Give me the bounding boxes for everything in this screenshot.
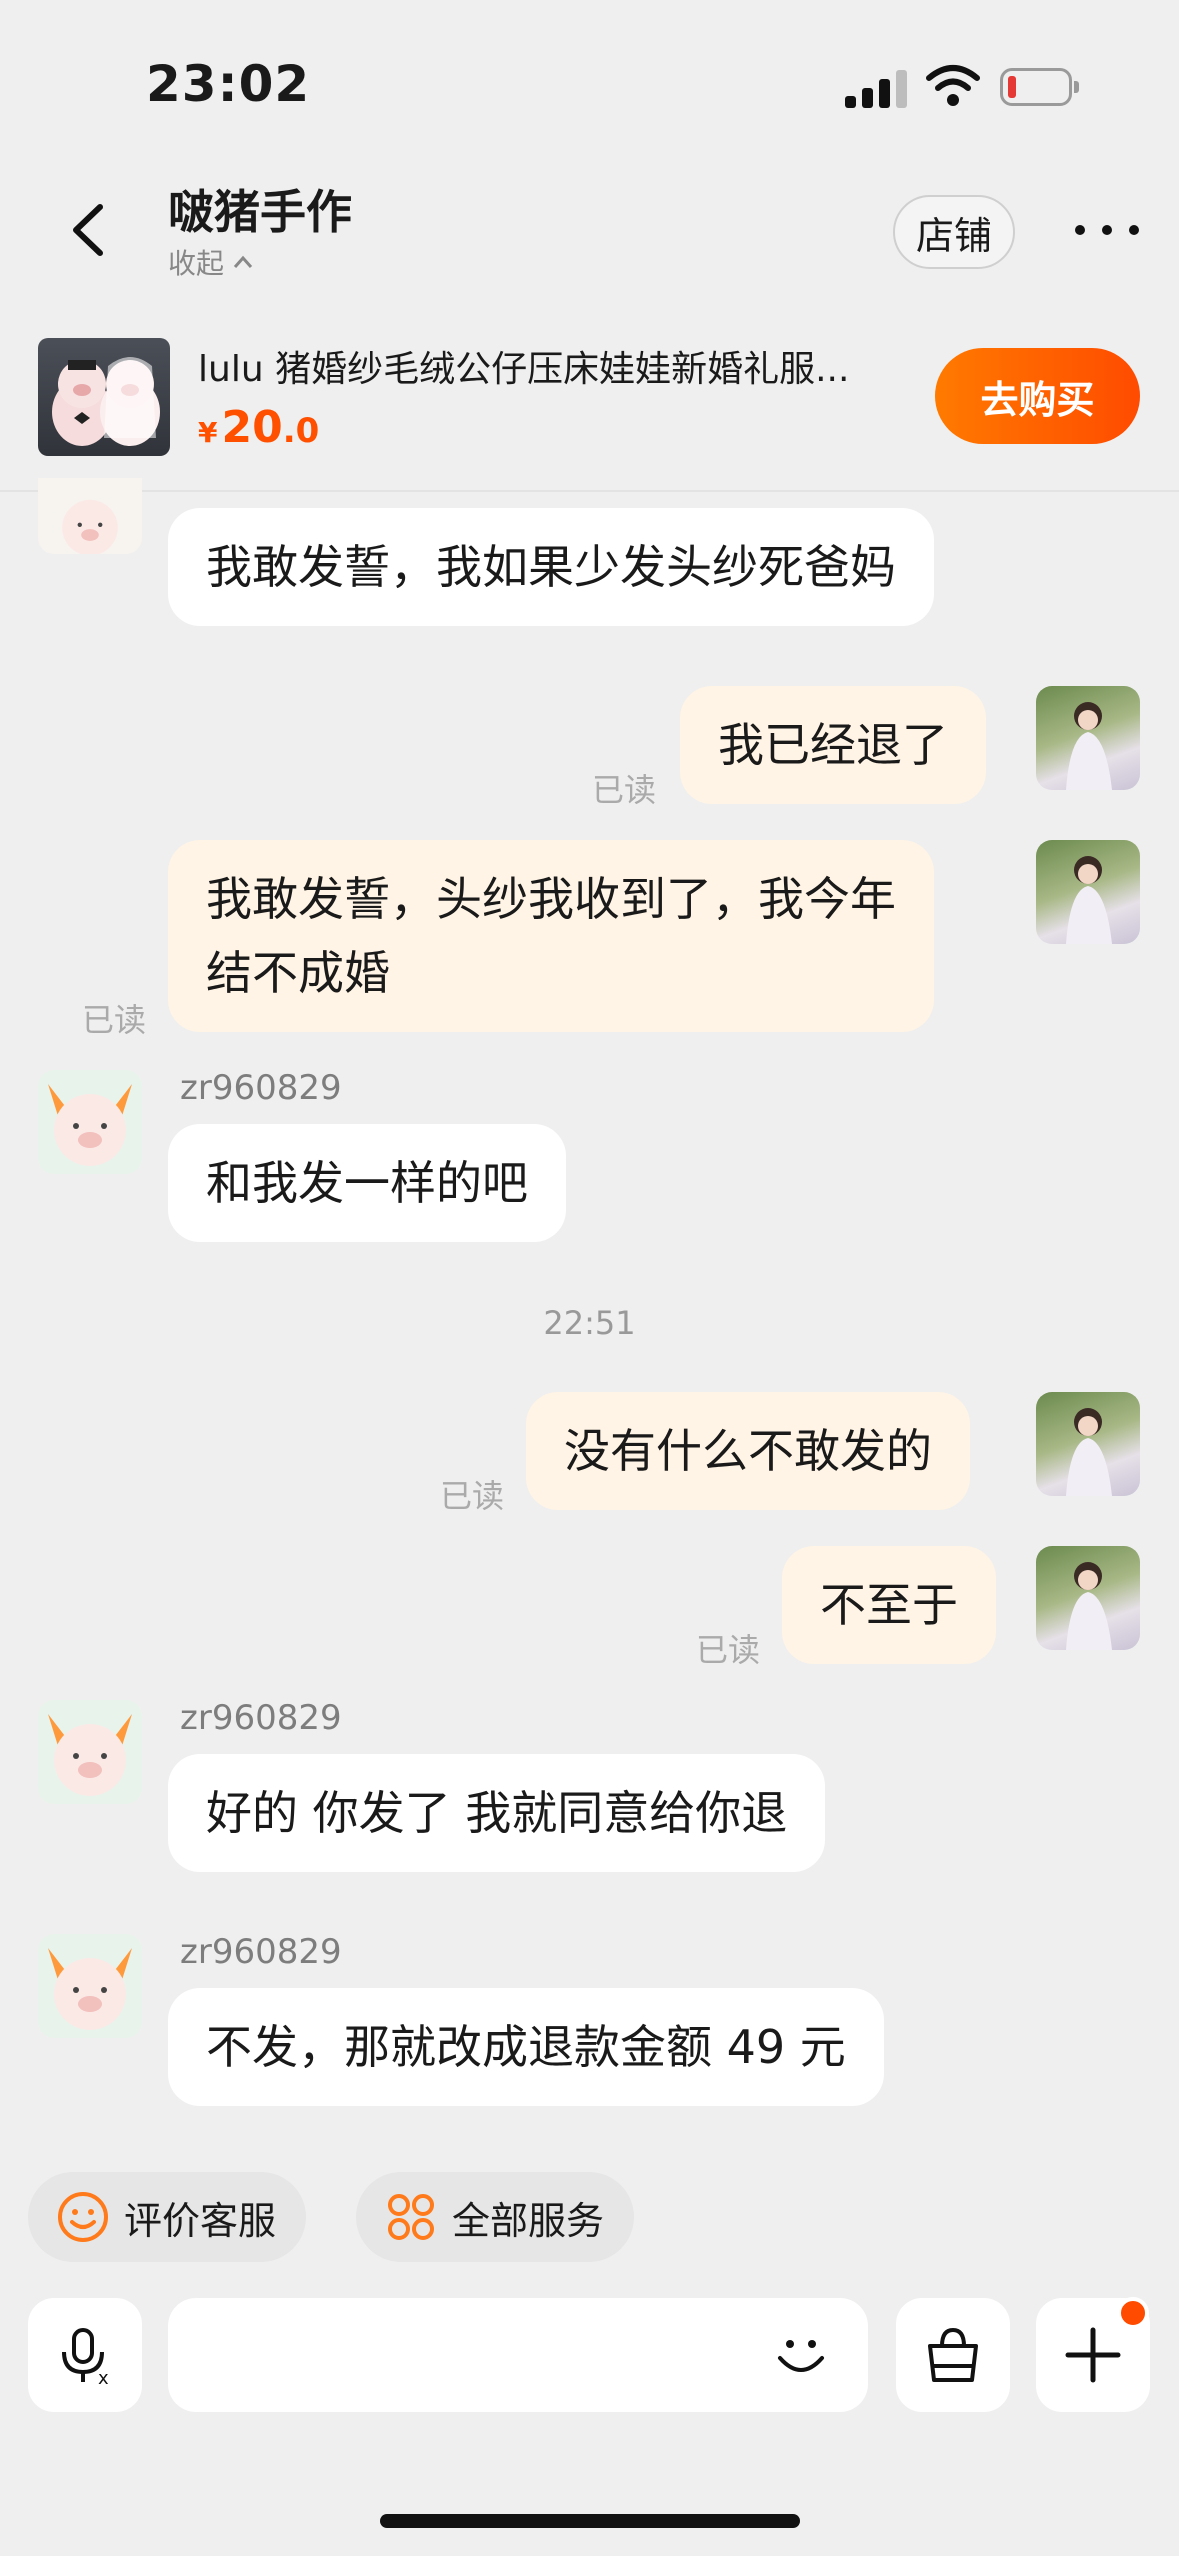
time-divider: 22:51: [543, 1304, 636, 1342]
price-decimal: .0: [282, 411, 320, 451]
message-bubble-outgoing[interactable]: 我已经退了: [680, 686, 986, 804]
svg-text:x: x: [98, 2368, 109, 2388]
message-bubble-incoming[interactable]: 不发，那就改成退款金额 49 元: [168, 1988, 884, 2106]
collapse-toggle[interactable]: 收起: [168, 242, 254, 282]
more-options-icon[interactable]: [1075, 215, 1139, 245]
message-bubble-outgoing[interactable]: 不至于: [782, 1546, 996, 1664]
message-bubble-incoming[interactable]: 好的 你发了 我就同意给你退: [168, 1754, 826, 1872]
read-receipt: 已读: [696, 1631, 761, 1669]
chevron-up-icon: [233, 255, 253, 268]
read-receipt: 已读: [440, 1477, 505, 1515]
battery-icon: [1000, 68, 1079, 106]
product-price: ¥ 20 .0: [198, 402, 319, 453]
voice-input-icon: x: [62, 2328, 109, 2388]
product-card[interactable]: lulu 猪婚纱毛绒公仔压床娃娃新婚礼服... ¥ 20 .0 去购买: [0, 310, 1179, 492]
plus-icon: [1065, 2327, 1121, 2383]
product-title[interactable]: lulu 猪婚纱毛绒公仔压床娃娃新婚礼服...: [198, 340, 898, 392]
notification-dot: [1117, 2297, 1149, 2329]
message-input[interactable]: [168, 2298, 868, 2412]
collapse-label: 收起: [168, 247, 225, 280]
user-avatar[interactable]: [1036, 840, 1140, 944]
message-line: 结不成婚: [206, 946, 390, 1000]
product-thumbnail[interactable]: [38, 338, 170, 456]
orders-bag-button[interactable]: [896, 2298, 1010, 2412]
user-avatar[interactable]: [1036, 1392, 1140, 1496]
message-bubble-incoming[interactable]: 我敢发誓，我如果少发头纱死爸妈: [168, 508, 934, 626]
back-arrow-icon[interactable]: [60, 195, 120, 265]
rate-service-chip[interactable]: 评价客服: [28, 2172, 307, 2262]
smile-face-icon: [58, 2192, 108, 2242]
store-button[interactable]: 店铺: [893, 195, 1015, 269]
message-bubble-incoming[interactable]: 和我发一样的吧: [168, 1124, 566, 1242]
services-grid-icon: [388, 2194, 434, 2240]
read-receipt: 已读: [82, 1001, 147, 1039]
user-avatar[interactable]: [1036, 1546, 1140, 1650]
chip-label: 评价客服: [124, 2198, 277, 2243]
status-time: 23:02: [146, 55, 311, 113]
wifi-icon: [926, 65, 980, 106]
sender-name: zr960829: [180, 1932, 342, 1972]
shopping-bag-icon: [928, 2327, 978, 2382]
message-bubble-outgoing[interactable]: 没有什么不敢发的: [526, 1392, 970, 1510]
shop-name: 啵猪手作: [168, 185, 352, 239]
seller-avatar[interactable]: [38, 478, 142, 554]
sender-name: zr960829: [180, 1068, 342, 1108]
price-currency: ¥: [198, 416, 218, 449]
seller-avatar[interactable]: [38, 1070, 142, 1174]
message-line: 我敢发誓，头纱我收到了，我今年: [206, 872, 896, 926]
all-services-chip[interactable]: 全部服务: [356, 2172, 635, 2262]
voice-input-button[interactable]: x: [28, 2298, 142, 2412]
chip-label: 全部服务: [452, 2198, 605, 2243]
cellular-signal-icon: [845, 68, 907, 108]
buy-button[interactable]: 去购买: [935, 348, 1140, 444]
home-indicator[interactable]: [380, 2514, 800, 2528]
price-integer: 20: [221, 402, 283, 453]
message-bubble-outgoing[interactable]: 我敢发誓，头纱我收到了，我今年 结不成婚: [168, 840, 934, 1032]
sender-name: zr960829: [180, 1698, 342, 1738]
seller-avatar[interactable]: [38, 1934, 142, 2038]
emoji-icon[interactable]: [768, 2322, 834, 2388]
user-avatar[interactable]: [1036, 686, 1140, 790]
seller-avatar[interactable]: [38, 1700, 142, 1804]
read-receipt: 已读: [592, 771, 657, 809]
